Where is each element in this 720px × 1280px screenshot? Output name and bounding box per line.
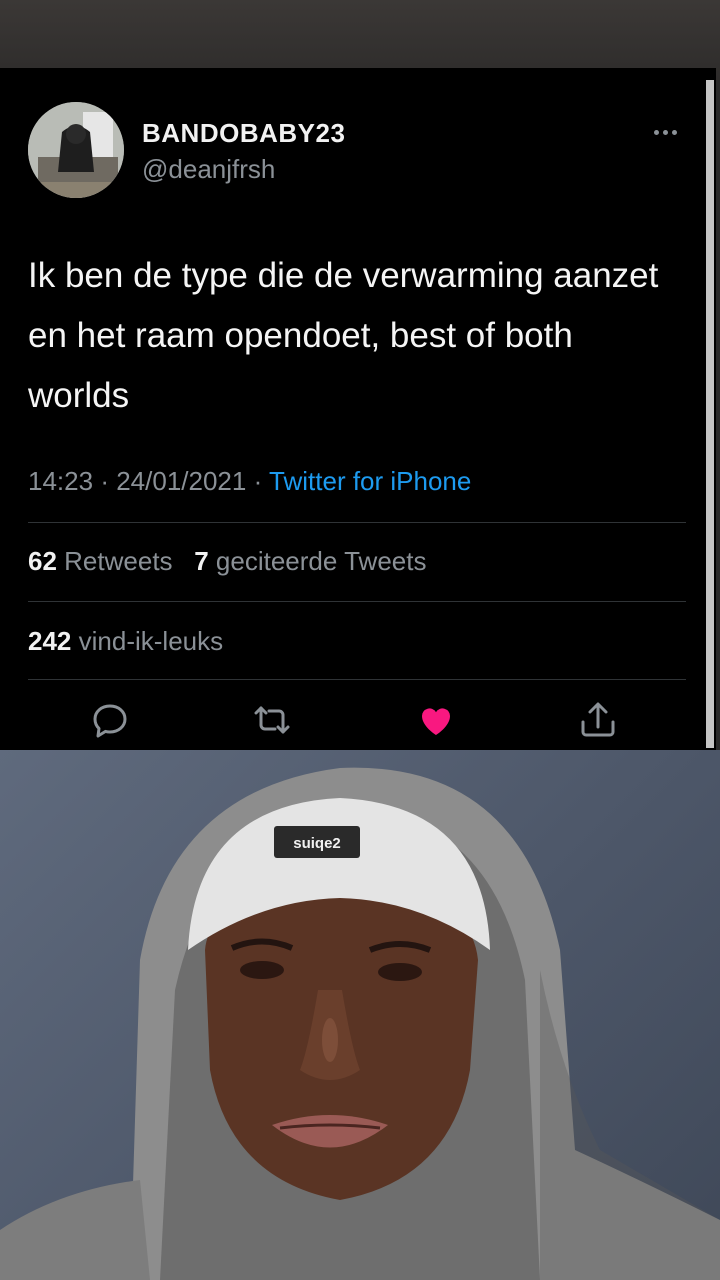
beanie-label: suiqe2 bbox=[293, 835, 341, 852]
scrollbar-edge bbox=[706, 80, 714, 748]
user-handle[interactable]: @deanjfrsh bbox=[142, 154, 275, 185]
tweet-meta: 14:23 · 24/01/2021 · Twitter for iPhone bbox=[28, 466, 471, 497]
divider bbox=[28, 601, 686, 602]
selfie-photo: suiqe2 bbox=[0, 750, 720, 1280]
retweet-stats[interactable]: 62 Retweets 7 geciteerde Tweets bbox=[28, 546, 426, 577]
retweets-label: Retweets bbox=[64, 546, 173, 576]
avatar[interactable] bbox=[28, 102, 124, 198]
likes-label: vind-ik-leuks bbox=[78, 626, 224, 656]
divider bbox=[28, 522, 686, 523]
likes-stats[interactable]: 242 vind-ik-leuks bbox=[28, 626, 223, 657]
tweet-source-link[interactable]: Twitter for iPhone bbox=[269, 466, 471, 496]
tweet-card: BANDOBABY23 @deanjfrsh Ik ben de type di… bbox=[0, 68, 716, 750]
retweets-count: 62 bbox=[28, 546, 57, 576]
more-horizontal-icon[interactable] bbox=[654, 122, 684, 142]
quotes-label: geciteerde Tweets bbox=[215, 546, 427, 576]
retweet-icon[interactable] bbox=[252, 700, 292, 740]
quotes-count: 7 bbox=[194, 546, 209, 576]
share-icon[interactable] bbox=[578, 700, 618, 740]
likes-count: 242 bbox=[28, 626, 72, 656]
display-name[interactable]: BANDOBABY23 bbox=[142, 118, 345, 149]
tweet-date: 24/01/2021 bbox=[116, 466, 247, 496]
tweet-actions bbox=[0, 700, 716, 744]
heart-filled-icon[interactable] bbox=[416, 700, 456, 740]
meta-separator: · bbox=[253, 466, 263, 496]
tweet-time: 14:23 bbox=[28, 466, 94, 496]
reply-icon[interactable] bbox=[90, 700, 130, 740]
tweet-text: Ik ben de type die de verwarming aanzet … bbox=[28, 256, 659, 415]
meta-separator: · bbox=[100, 466, 109, 496]
divider bbox=[28, 679, 686, 680]
